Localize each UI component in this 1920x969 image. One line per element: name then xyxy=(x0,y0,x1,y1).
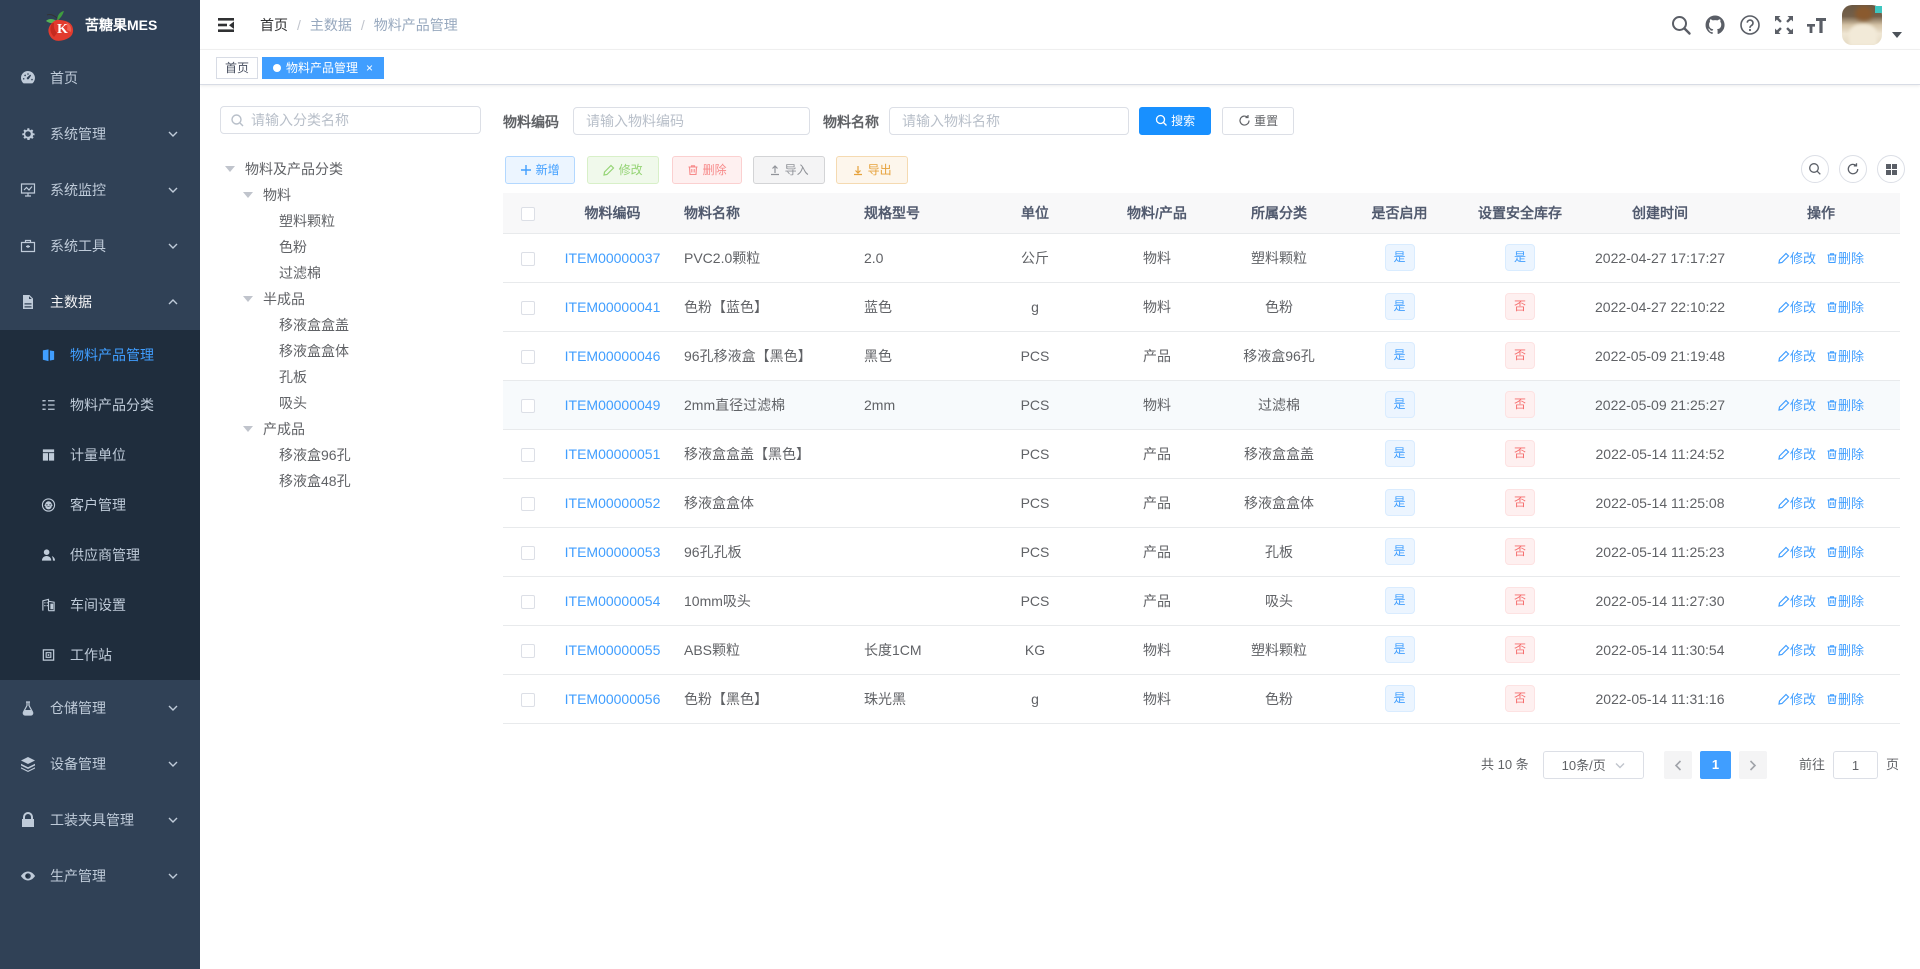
svg-text:K: K xyxy=(57,22,68,37)
